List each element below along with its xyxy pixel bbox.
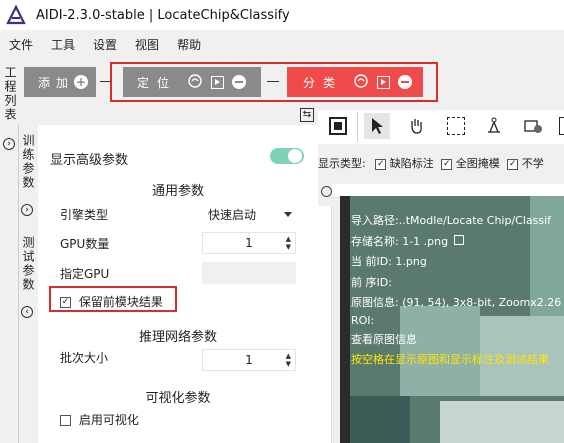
brain-head-icon[interactable] [353, 74, 369, 90]
enable-vis-label: 启用可视化 [78, 413, 139, 427]
fill-toggle-icon[interactable] [325, 113, 351, 139]
remove-icon[interactable] [398, 75, 412, 89]
not-learn-checkbox-icon[interactable]: ✓ [507, 158, 519, 170]
keep-prev-result-checkbox[interactable]: ✓ 保留前模块结果 [60, 293, 163, 310]
collapse-test-icon[interactable]: ‹ [21, 306, 33, 318]
view-original-link[interactable]: 查看原图信息 [351, 331, 417, 347]
window-title: AIDI-2.3.0-stable | LocateChip&Classify [36, 7, 290, 23]
specify-gpu-label: 指定GPU [60, 267, 110, 281]
remove-icon[interactable] [232, 75, 246, 89]
menu-help[interactable]: 帮助 [177, 36, 201, 53]
infer-section-title: 推理网络参数 [138, 330, 217, 345]
advanced-toggle[interactable] [270, 148, 304, 164]
enable-vis-checkbox[interactable]: 启用可视化 [60, 411, 139, 428]
general-section-title: 通用参数 [151, 184, 204, 199]
display-type-label: 显示类型: [318, 157, 366, 170]
edit-icon[interactable] [453, 235, 464, 245]
menu-file[interactable]: 文件 [9, 36, 33, 53]
play-icon[interactable] [377, 75, 390, 89]
pointer-icon[interactable] [364, 113, 390, 139]
engine-type-value: 快速启动 [208, 207, 257, 222]
locate-module[interactable]: 定位 [123, 67, 261, 97]
params-panel: 显示高级参数 通用参数 引擎类型 快速启动 GPU数量 1 ▲ ▼ 指定GPU ✓… [38, 125, 318, 443]
tab-project-list[interactable]: 工程列表 [2, 66, 18, 136]
chip-image-patch [440, 401, 564, 443]
defect-checkbox-icon[interactable]: ✓ [375, 158, 387, 170]
menu-settings[interactable]: 设置 [93, 36, 117, 53]
keep-prev-result-label: 保留前模块结果 [78, 295, 163, 309]
play-icon[interactable] [211, 75, 224, 89]
engine-type-select[interactable]: 快速启动 [202, 203, 296, 225]
aidi-logo-icon [6, 5, 26, 25]
specify-gpu-input[interactable] [202, 262, 296, 284]
side-divider [18, 125, 19, 443]
menu-bar: 文件 工具 设置 视图 帮助 [0, 33, 564, 55]
pan-hand-icon[interactable] [404, 113, 430, 139]
info-original: 原图信息: (91, 54), 3x8-bit, Zoomx2.26 [351, 296, 562, 309]
brain-head-icon[interactable] [187, 74, 203, 90]
expand-train-icon[interactable]: › [21, 204, 33, 216]
info-import-path: 导入路径:..tModle/Locate Chip/Classif [351, 214, 552, 227]
vertical-ruler [318, 206, 332, 443]
chip-image-patch [350, 396, 410, 443]
not-learn-label: 不学 [521, 157, 544, 170]
save-name-text: 存储名称: 1-1 .png [351, 235, 449, 248]
checkbox-checked-icon[interactable]: ✓ [60, 297, 71, 308]
info-current-id: 当 前ID: 1.png [351, 255, 427, 268]
defect-label: 缺陷标注 [389, 157, 434, 170]
shape-tool-icon[interactable] [481, 113, 507, 139]
space-hint: 按空格在显示原图和显示标注及测试结果 [351, 353, 549, 366]
vis-section-title: 可视化参数 [145, 391, 211, 406]
connector-line-2 [267, 81, 279, 82]
full-mask-label: 全图掩模 [455, 157, 500, 170]
classify-label: 分类 [303, 75, 344, 90]
collapse-project-icon[interactable]: › [3, 138, 15, 150]
checkbox-empty-icon[interactable] [60, 415, 71, 426]
info-prev-id: 前 序ID: [351, 276, 392, 289]
chevron-down-icon [284, 211, 292, 217]
info-save-name: 存储名称: 1-1 .png [351, 233, 464, 249]
tool-divider [357, 112, 358, 142]
gpu-count-label: GPU数量 [60, 237, 110, 251]
plus-icon: + [74, 75, 88, 89]
menu-tools[interactable]: 工具 [51, 36, 75, 53]
full-mask-checkbox-icon[interactable]: ✓ [441, 158, 453, 170]
rect-select-icon[interactable] [443, 113, 469, 139]
add-label: 添加 [38, 75, 75, 90]
batch-size-label: 批次大小 [60, 351, 109, 365]
gpu-count-spinner[interactable]: 1 ▲ ▼ [202, 232, 296, 254]
display-type-row: 显示类型: ✓ 缺陷标注 ✓ 全图掩模 ✓ 不学 [318, 155, 544, 171]
gpu-count-value: 1 [245, 236, 253, 250]
spinner-arrows-icon[interactable]: ▲ ▼ [286, 352, 291, 368]
origin-crosshair-icon [321, 186, 332, 197]
menu-view[interactable]: 视图 [135, 36, 159, 53]
more-tool-icon[interactable] [552, 113, 564, 139]
eraser-icon[interactable] [520, 113, 546, 139]
batch-size-spinner[interactable]: 1 ▲ ▼ [202, 349, 296, 371]
add-module-button[interactable]: 添加 + [24, 67, 96, 97]
tab-test-params[interactable]: 测试参数 [20, 236, 36, 306]
engine-type-label: 引擎类型 [60, 208, 109, 222]
tab-train-params[interactable]: 训练参数 [20, 134, 36, 204]
title-bar: AIDI-2.3.0-stable | LocateChip&Classify [0, 0, 564, 30]
info-roi: ROI: [351, 314, 375, 327]
classify-module[interactable]: 分类 [287, 67, 423, 97]
swap-icon[interactable]: ⇆ [300, 108, 314, 122]
spinner-arrows-icon[interactable]: ▲ ▼ [286, 235, 291, 251]
batch-size-value: 1 [245, 353, 253, 367]
locate-label: 定位 [137, 75, 178, 90]
